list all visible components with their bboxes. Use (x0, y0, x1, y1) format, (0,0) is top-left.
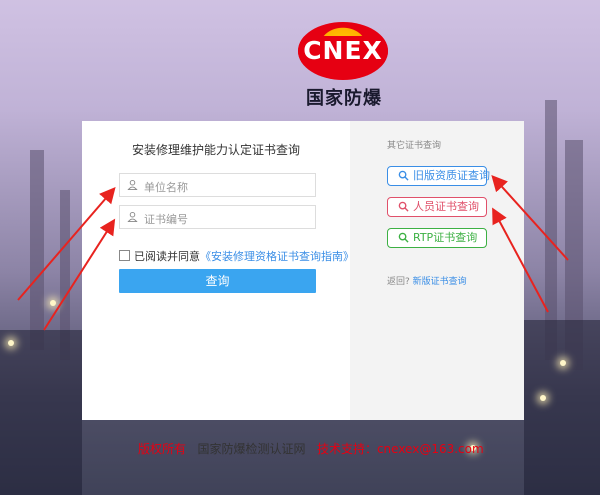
footer: 版权所有 国家防爆检测认证网 技术支持：cnexex@163.com (138, 440, 484, 457)
old-qualification-label: 旧版资质证查询 (413, 169, 490, 182)
personnel-cert-query-button[interactable]: 人员证书查询 (387, 197, 487, 217)
rtp-cert-query-button[interactable]: RTP证书查询 (387, 228, 487, 248)
rtp-cert-label: RTP证书查询 (413, 231, 478, 244)
query-form-card: 安装修理维护能力认定证书查询 单位名称 证书编号 已阅读并同意《安装修理资格证书… (82, 121, 354, 420)
unit-name-placeholder: 单位名称 (144, 181, 188, 194)
other-queries-title: 其它证书查询 (387, 141, 442, 151)
back-text: 返回? (387, 277, 410, 287)
logo-text: CNEX (303, 36, 383, 65)
personnel-cert-label: 人员证书查询 (413, 200, 479, 213)
cert-number-input[interactable]: 证书编号 (119, 205, 316, 229)
search-icon (398, 232, 409, 243)
search-icon (398, 201, 409, 212)
brand-name: 国家防爆 (306, 88, 382, 109)
cnex-logo-mark: CNEX (298, 22, 388, 80)
search-icon (398, 170, 409, 181)
agree-checkbox[interactable] (119, 250, 130, 261)
back-row: 返回? 新版证书查询 (387, 274, 467, 287)
form-title: 安装修理维护能力认定证书查询 (131, 143, 300, 157)
agree-text: 已阅读并同意 (134, 250, 200, 263)
agreement-row: 已阅读并同意《安装修理资格证书查询指南》 (119, 248, 354, 264)
old-qualification-query-button[interactable]: 旧版资质证查询 (387, 166, 490, 186)
unit-name-input[interactable]: 单位名称 (119, 173, 316, 197)
brand-logo: CNEX 国家防爆 (298, 22, 390, 110)
query-button[interactable]: 查询 (119, 269, 316, 293)
user-icon (127, 179, 138, 191)
cert-number-placeholder: 证书编号 (144, 213, 188, 226)
tech-support-text: 技术支持：cnexex@163.com (316, 442, 484, 456)
new-cert-query-link[interactable]: 新版证书查询 (413, 277, 467, 287)
site-name-text: 国家防爆检测认证网 (197, 442, 306, 456)
guide-link[interactable]: 《安装修理资格证书查询指南》 (200, 250, 354, 263)
user-icon (127, 211, 138, 223)
other-queries-panel: 其它证书查询 旧版资质证查询 人员证书查询 RTP证书查询 返回? 新版证书查询 (350, 121, 524, 420)
copyright-text: 版权所有 (138, 442, 187, 456)
